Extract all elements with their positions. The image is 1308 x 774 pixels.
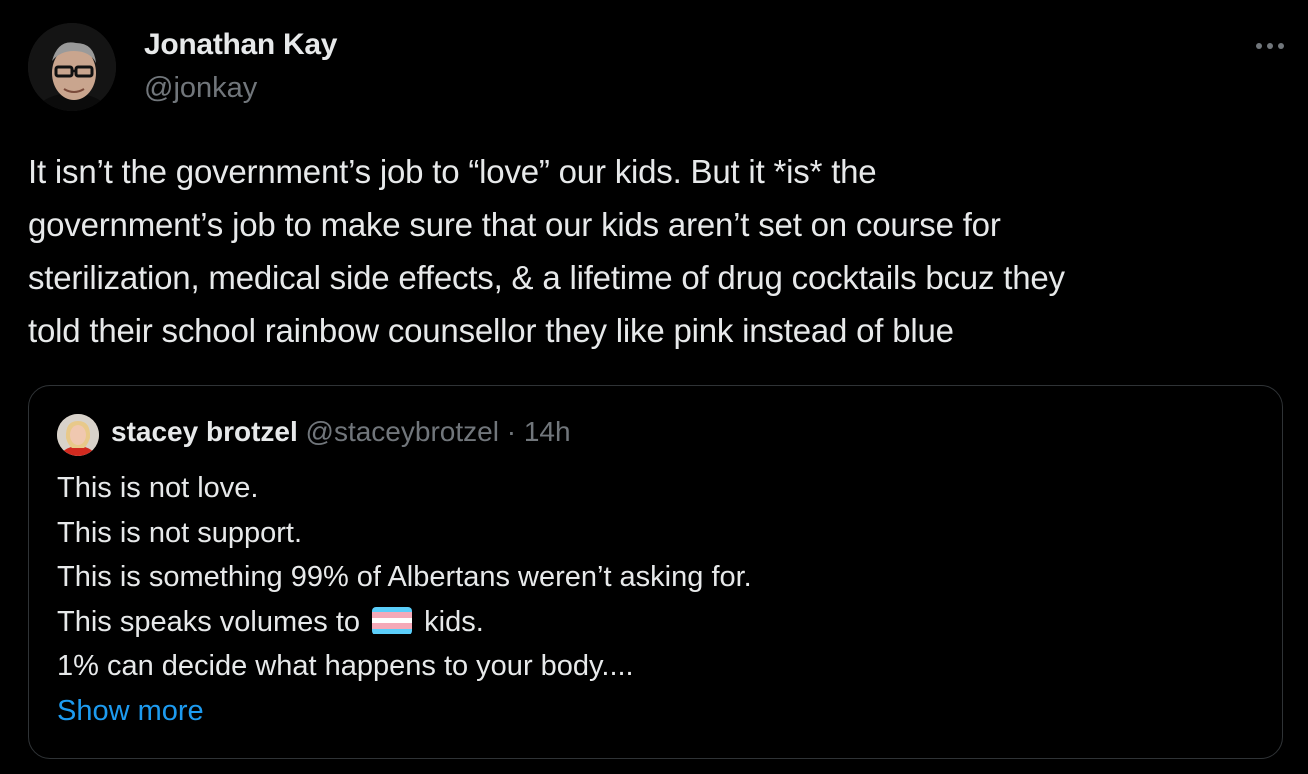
author-avatar[interactable] (28, 23, 116, 111)
quoted-text-line: This is not support. (57, 516, 302, 549)
tweet-text: It isn’t the government’s job to “love” … (28, 153, 1065, 349)
quoted-text-line: 1% can decide what happens to your body.… (57, 650, 634, 682)
author-handle[interactable]: @jonkay (144, 72, 257, 105)
quoted-author-avatar[interactable] (57, 414, 99, 456)
header-separator: · (506, 416, 517, 447)
quoted-author-avatar-image (57, 414, 99, 456)
tweet: Jonathan Kay @jonkay It isn’t the govern… (0, 0, 1308, 774)
quoted-tweet-header: stacey brotzel @staceybrotzel · 14h (111, 416, 571, 448)
quoted-tweet-timestamp[interactable]: 14h (524, 416, 571, 447)
quoted-tweet-card[interactable]: stacey brotzel @staceybrotzel · 14h This… (28, 385, 1283, 759)
quoted-text-line: This is something 99% of Albertans weren… (57, 561, 752, 593)
show-more-link[interactable]: Show more (57, 689, 752, 734)
quoted-author-name[interactable]: stacey brotzel (111, 416, 298, 447)
flag-line-before: This speaks volumes to (57, 605, 361, 638)
transgender-flag-emoji-icon (372, 606, 413, 635)
quoted-author-handle[interactable]: @staceybrotzel (306, 416, 499, 447)
author-avatar-image (28, 23, 116, 111)
flag-line-after: kids. (424, 605, 484, 638)
quoted-tweet-text: This is not love. This is not support. T… (57, 466, 752, 733)
quoted-text-line-with-flag: This speaks volumes to kids. (57, 600, 752, 645)
more-horizontal-icon (1256, 43, 1284, 49)
author-name[interactable]: Jonathan Kay (144, 28, 337, 62)
more-options-button[interactable] (1250, 30, 1290, 62)
quoted-text-line: This is not love. (57, 472, 259, 504)
